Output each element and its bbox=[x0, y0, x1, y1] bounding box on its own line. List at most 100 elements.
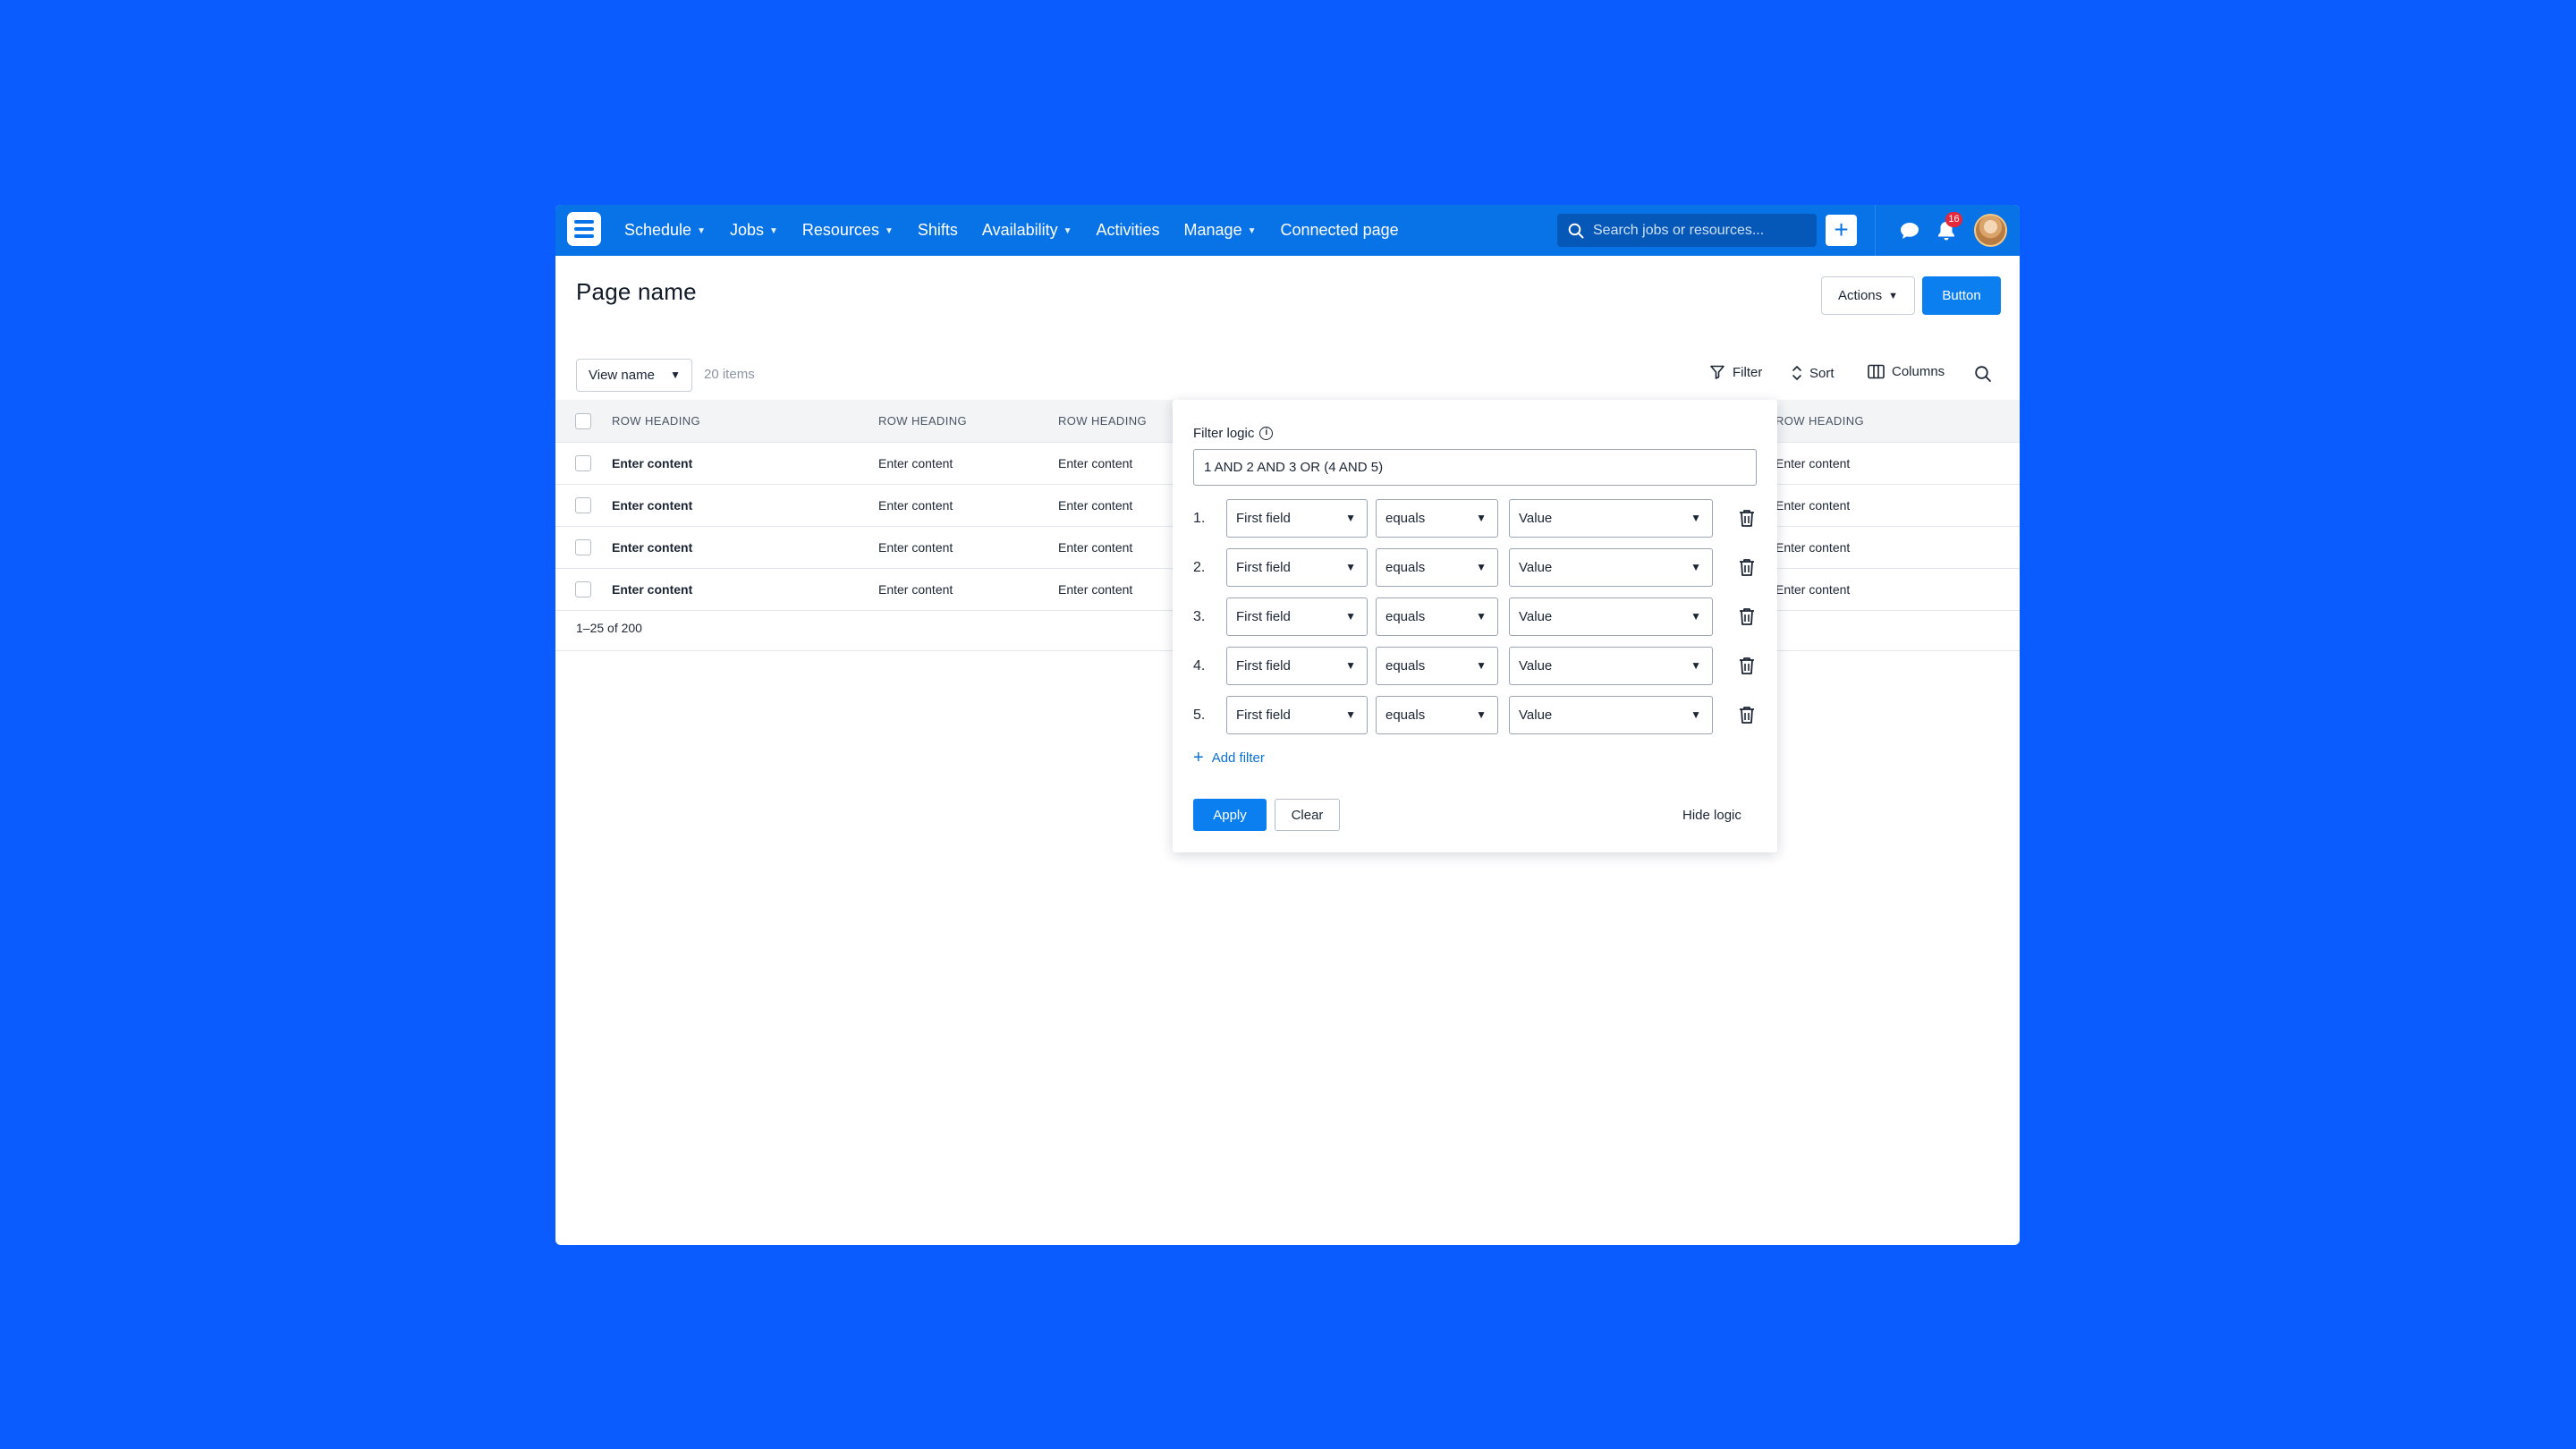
trash-icon[interactable] bbox=[1739, 657, 1755, 675]
nav-item-manage[interactable]: Manage ▼ bbox=[1184, 221, 1257, 240]
value-select[interactable]: Value ▼ bbox=[1509, 597, 1713, 636]
chevron-down-icon: ▼ bbox=[769, 226, 778, 236]
filter-row-number: 2. bbox=[1193, 560, 1206, 575]
filter-row-number: 3. bbox=[1193, 609, 1206, 624]
operator-select[interactable]: equals ▼ bbox=[1376, 696, 1498, 734]
chevron-down-icon: ▼ bbox=[1476, 659, 1487, 672]
row-checkbox[interactable] bbox=[575, 497, 591, 513]
filter-row: 3. First field ▼ equals ▼ Value ▼ bbox=[1193, 597, 1766, 636]
nav-item-label: Manage bbox=[1183, 221, 1242, 239]
value-select-value: Value bbox=[1519, 560, 1553, 575]
operator-select[interactable]: equals ▼ bbox=[1376, 548, 1498, 587]
table-cell: Enter content bbox=[878, 456, 953, 470]
nav-item-schedule[interactable]: Schedule ▼ bbox=[624, 221, 706, 240]
column-heading[interactable]: ROW HEADING bbox=[612, 414, 700, 428]
logo-icon[interactable] bbox=[567, 212, 601, 246]
value-select-value: Value bbox=[1519, 708, 1553, 723]
field-select-value: First field bbox=[1236, 658, 1291, 674]
filter-logic-input[interactable] bbox=[1193, 449, 1757, 486]
nav-item-activities[interactable]: Activities bbox=[1097, 221, 1160, 240]
sort-button[interactable]: Sort bbox=[1792, 364, 1835, 382]
table-cell: Enter content bbox=[1058, 582, 1133, 597]
add-filter-link[interactable]: + Add filter bbox=[1193, 749, 1265, 767]
trash-icon[interactable] bbox=[1739, 558, 1755, 577]
chevron-down-icon: ▼ bbox=[1690, 610, 1701, 623]
nav-item-label: Shifts bbox=[917, 221, 958, 239]
filter-logic-text: Filter logic bbox=[1193, 426, 1255, 441]
filter-row: 4. First field ▼ equals ▼ Value ▼ bbox=[1193, 647, 1766, 685]
search-icon bbox=[1568, 223, 1584, 238]
select-all-checkbox[interactable] bbox=[575, 413, 591, 429]
chevron-down-icon: ▼ bbox=[670, 369, 681, 381]
trash-icon[interactable] bbox=[1739, 706, 1755, 724]
operator-select-value: equals bbox=[1385, 609, 1426, 624]
item-count: 20 items bbox=[704, 367, 755, 382]
filter-row-number: 5. bbox=[1193, 708, 1206, 723]
value-select[interactable]: Value ▼ bbox=[1509, 499, 1713, 538]
operator-select[interactable]: equals ▼ bbox=[1376, 597, 1498, 636]
view-name-select[interactable]: View name ▼ bbox=[576, 359, 692, 392]
field-select[interactable]: First field ▼ bbox=[1226, 597, 1368, 636]
sort-label: Sort bbox=[1809, 365, 1835, 381]
nav-menu: Schedule ▼ Jobs ▼ Resources ▼ Shifts Availa… bbox=[624, 205, 1423, 256]
chevron-down-icon: ▼ bbox=[1690, 512, 1701, 524]
chevron-down-icon: ▼ bbox=[1345, 512, 1356, 524]
column-heading[interactable]: ROW HEADING bbox=[1775, 414, 1864, 428]
apply-button[interactable]: Apply bbox=[1193, 799, 1267, 831]
column-heading[interactable]: ROW HEADING bbox=[878, 414, 967, 428]
search-input[interactable] bbox=[1593, 222, 1808, 239]
chevron-down-icon: ▼ bbox=[1345, 708, 1356, 721]
value-select[interactable]: Value ▼ bbox=[1509, 696, 1713, 734]
chevron-down-icon: ▼ bbox=[1476, 708, 1487, 721]
clear-button[interactable]: Clear bbox=[1275, 799, 1340, 831]
primary-button[interactable]: Button bbox=[1922, 276, 2001, 315]
row-checkbox[interactable] bbox=[575, 455, 591, 471]
filter-button[interactable]: Filter bbox=[1709, 364, 1762, 380]
avatar[interactable] bbox=[1974, 214, 2007, 247]
value-select[interactable]: Value ▼ bbox=[1509, 647, 1713, 685]
row-checkbox[interactable] bbox=[575, 539, 591, 555]
table-cell: Enter content bbox=[1775, 498, 1851, 513]
actions-button[interactable]: Actions ▼ bbox=[1821, 276, 1915, 315]
actions-label: Actions bbox=[1837, 288, 1883, 303]
columns-icon bbox=[1868, 364, 1885, 379]
view-name-label: View name bbox=[589, 368, 655, 383]
field-select[interactable]: First field ▼ bbox=[1226, 696, 1368, 734]
nav-item-label: Availability bbox=[981, 221, 1058, 239]
column-heading[interactable]: ROW HEADING bbox=[1058, 414, 1147, 428]
operator-select[interactable]: equals ▼ bbox=[1376, 499, 1498, 538]
field-select[interactable]: First field ▼ bbox=[1226, 548, 1368, 587]
table-cell: Enter content bbox=[878, 498, 953, 513]
field-select[interactable]: First field ▼ bbox=[1226, 647, 1368, 685]
chevron-down-icon: ▼ bbox=[1690, 708, 1701, 721]
chevron-down-icon: ▼ bbox=[1063, 226, 1072, 236]
filter-label: Filter bbox=[1733, 364, 1763, 380]
search-icon[interactable] bbox=[1974, 365, 1992, 383]
plus-icon[interactable]: + bbox=[1826, 215, 1857, 246]
table-cell: Enter content bbox=[1058, 540, 1133, 555]
table-cell: Enter content bbox=[1058, 456, 1133, 470]
operator-select-value: equals bbox=[1385, 658, 1426, 674]
nav-item-shifts[interactable]: Shifts bbox=[918, 221, 958, 240]
value-select[interactable]: Value ▼ bbox=[1509, 548, 1713, 587]
nav-item-connected-page[interactable]: Connected page bbox=[1281, 221, 1399, 240]
chevron-down-icon: ▼ bbox=[1888, 290, 1899, 301]
nav-item-availability[interactable]: Availability ▼ bbox=[982, 221, 1072, 240]
chevron-down-icon: ▼ bbox=[1247, 226, 1257, 236]
nav-item-jobs[interactable]: Jobs ▼ bbox=[730, 221, 778, 240]
operator-select[interactable]: equals ▼ bbox=[1376, 647, 1498, 685]
field-select[interactable]: First field ▼ bbox=[1226, 499, 1368, 538]
nav-item-resources[interactable]: Resources ▼ bbox=[802, 221, 894, 240]
trash-icon[interactable] bbox=[1739, 607, 1755, 626]
add-filter-label: Add filter bbox=[1211, 750, 1265, 766]
hide-logic-link[interactable]: Hide logic bbox=[1682, 808, 1741, 823]
table-cell: Enter content bbox=[1775, 540, 1851, 555]
nav-item-label: Resources bbox=[801, 221, 879, 239]
trash-icon[interactable] bbox=[1739, 509, 1755, 528]
filter-row: 2. First field ▼ equals ▼ Value ▼ bbox=[1193, 548, 1766, 587]
filter-panel: Filter logic i 1. First field ▼ equals ▼ V… bbox=[1173, 400, 1777, 852]
columns-button[interactable]: Columns bbox=[1868, 364, 1945, 379]
chat-icon[interactable] bbox=[1899, 221, 1920, 241]
info-icon[interactable]: i bbox=[1259, 427, 1274, 440]
row-checkbox[interactable] bbox=[575, 581, 591, 597]
